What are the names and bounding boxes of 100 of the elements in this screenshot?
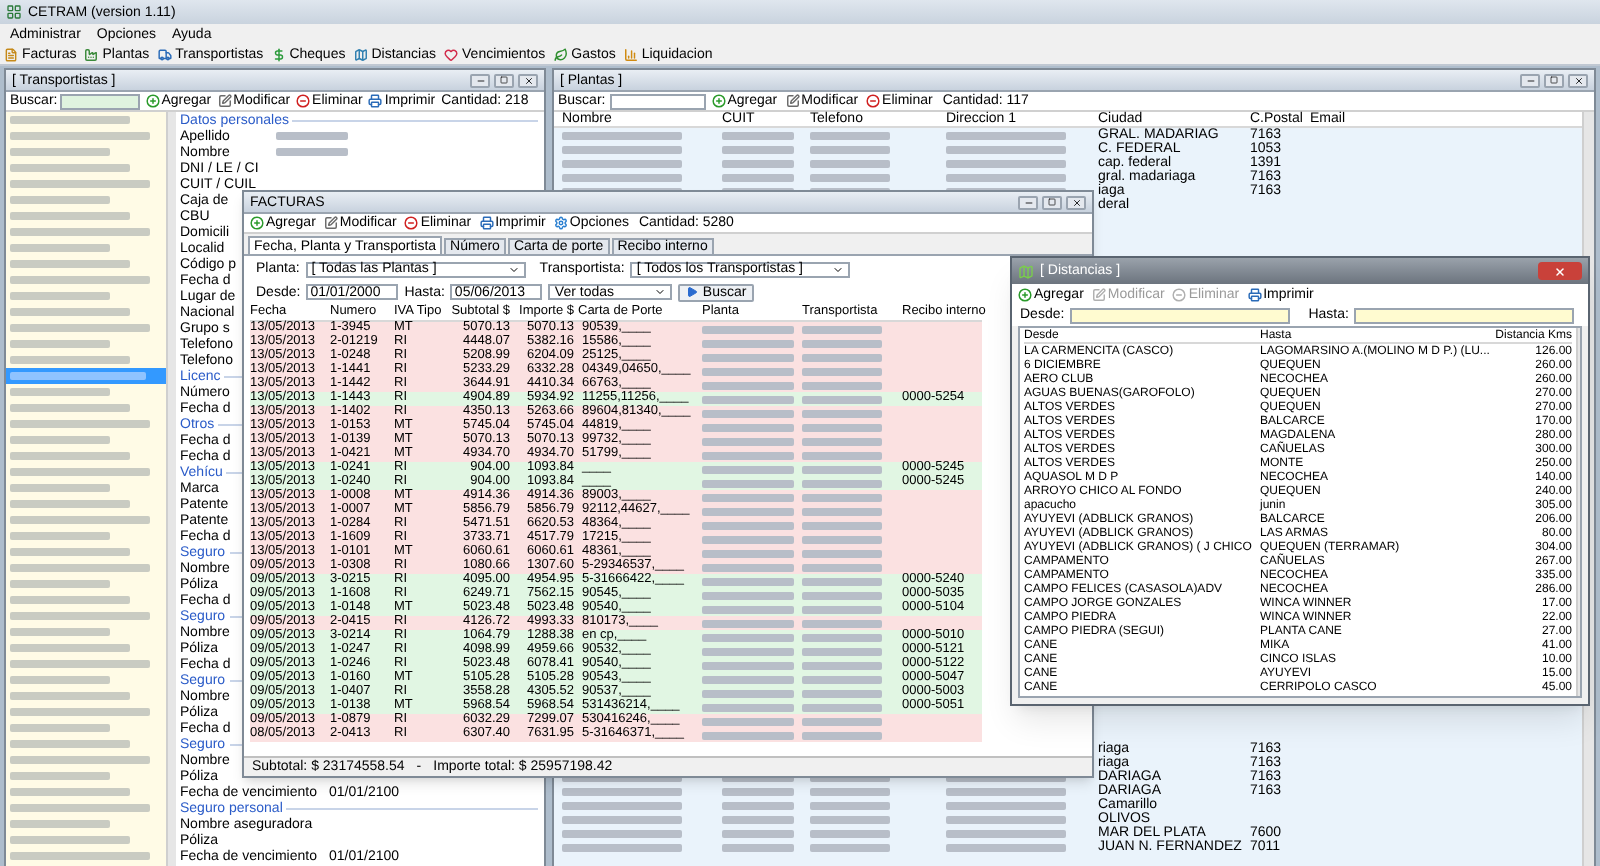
map-icon	[353, 47, 368, 61]
blurred-text	[562, 131, 682, 139]
close-button[interactable]	[518, 73, 538, 87]
blurred-text	[702, 563, 794, 571]
blurred-text	[10, 644, 130, 652]
blurred-text	[802, 731, 882, 739]
blurred-text	[802, 381, 882, 389]
blurred-text	[10, 596, 130, 604]
blurred-text	[10, 372, 146, 380]
search-field[interactable]	[609, 93, 706, 109]
truck-icon	[157, 47, 172, 61]
blurred-text	[276, 148, 348, 156]
blurred-text	[562, 843, 682, 851]
minimize-button[interactable]	[1520, 73, 1540, 87]
blurred-text	[802, 535, 882, 543]
blurred-text	[10, 404, 130, 412]
blurred-text	[702, 353, 794, 361]
blurred-text	[722, 173, 794, 181]
minus-circle-icon	[1172, 287, 1187, 301]
maximize-icon	[500, 76, 508, 84]
minimize-icon	[1023, 197, 1033, 207]
blurred-text	[702, 493, 794, 501]
document-icon	[4, 47, 18, 61]
pencil-icon	[217, 94, 232, 108]
blurred-text	[802, 549, 882, 557]
blurred-text	[702, 577, 794, 585]
blurred-text	[722, 815, 794, 823]
blurred-text	[10, 612, 150, 620]
blurred-text	[810, 787, 890, 795]
maximize-icon	[1048, 198, 1056, 206]
search-field[interactable]	[59, 93, 140, 109]
blurred-text	[276, 132, 348, 140]
blurred-text	[802, 591, 882, 599]
search-field[interactable]	[1070, 307, 1291, 323]
close-button[interactable]	[1568, 73, 1588, 87]
blurred-text	[702, 703, 794, 711]
blurred-text	[10, 676, 110, 684]
blurred-text	[702, 535, 794, 543]
blurred-text	[10, 132, 150, 140]
blurred-text	[802, 395, 882, 403]
blurred-text	[702, 689, 794, 697]
list-item[interactable]	[6, 368, 166, 384]
minimize-button[interactable]	[1018, 195, 1038, 209]
blurred-text	[802, 423, 882, 431]
blurred-text	[802, 521, 882, 529]
blurred-text	[10, 708, 150, 716]
blurred-text	[946, 801, 1066, 809]
blurred-text	[946, 173, 1066, 181]
blurred-text	[702, 633, 794, 641]
search-field[interactable]	[1354, 307, 1575, 323]
blurred-text	[802, 479, 882, 487]
blurred-text	[10, 276, 150, 284]
blurred-text	[702, 451, 794, 459]
blurred-text	[702, 339, 794, 347]
blurred-text	[10, 500, 130, 508]
blurred-text	[946, 843, 1066, 851]
blurred-text	[702, 549, 794, 557]
blurred-text	[722, 145, 794, 153]
blurred-text	[10, 788, 130, 796]
pencil-icon	[785, 94, 800, 108]
blurred-text	[10, 340, 110, 348]
blurred-text	[722, 787, 794, 795]
blurred-text	[10, 564, 150, 572]
blurred-text	[10, 308, 130, 316]
blurred-text	[802, 689, 882, 697]
blurred-text	[10, 324, 150, 332]
minus-circle-icon	[296, 94, 311, 108]
blurred-text	[702, 409, 794, 417]
blurred-text	[10, 180, 150, 188]
plus-circle-icon	[250, 216, 264, 230]
blurred-text	[802, 465, 882, 473]
blurred-text	[702, 675, 794, 683]
blurred-text	[702, 423, 794, 431]
heart-icon	[444, 47, 459, 61]
blurred-text	[702, 731, 794, 739]
close-icon	[1554, 265, 1566, 277]
close-button[interactable]	[1066, 195, 1086, 209]
blurred-text	[802, 661, 882, 669]
printer-icon	[479, 216, 494, 230]
blurred-text	[802, 451, 882, 459]
plus-circle-icon	[711, 94, 726, 108]
minus-circle-icon	[404, 216, 419, 230]
blurred-text	[810, 801, 890, 809]
blurred-text	[802, 675, 882, 683]
map-icon	[1018, 263, 1034, 279]
blurred-text	[810, 843, 890, 851]
blurred-text	[10, 196, 110, 204]
blurred-text	[10, 484, 110, 492]
blurred-text	[810, 145, 890, 153]
blurred-text	[802, 577, 882, 585]
blurred-text	[10, 772, 110, 780]
blurred-text	[702, 647, 794, 655]
blurred-text	[802, 633, 882, 641]
blurred-text	[10, 164, 130, 172]
blurred-text	[10, 212, 130, 220]
minimize-button[interactable]	[470, 73, 490, 87]
printer-icon	[368, 94, 383, 108]
blurred-text	[702, 381, 794, 389]
blurred-text	[702, 507, 794, 515]
maximize-icon	[1550, 76, 1558, 84]
